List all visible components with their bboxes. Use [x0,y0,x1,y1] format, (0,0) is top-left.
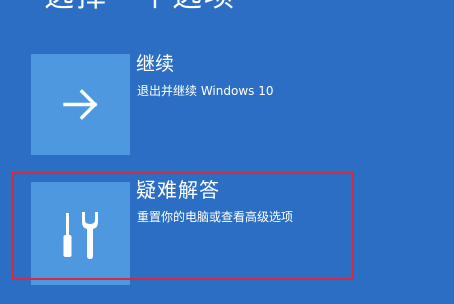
page-title: 选择一个选项 [44,0,236,12]
troubleshoot-title: 疑难解答 [136,178,220,202]
tools-icon [63,212,98,259]
arrow-right-icon [63,89,98,120]
troubleshoot-description: 重置你的电脑或查看高级选项 [137,210,294,224]
continue-title: 继续 [136,53,175,75]
troubleshoot-option[interactable]: 疑难解答 重置你的电脑或查看高级选项 [0,177,454,287]
troubleshoot-tile[interactable] [31,182,130,285]
continue-option[interactable]: 继续 退出并继续 Windows 10 [0,50,454,160]
continue-tile[interactable] [31,54,130,155]
continue-description: 退出并继续 Windows 10 [137,84,274,98]
